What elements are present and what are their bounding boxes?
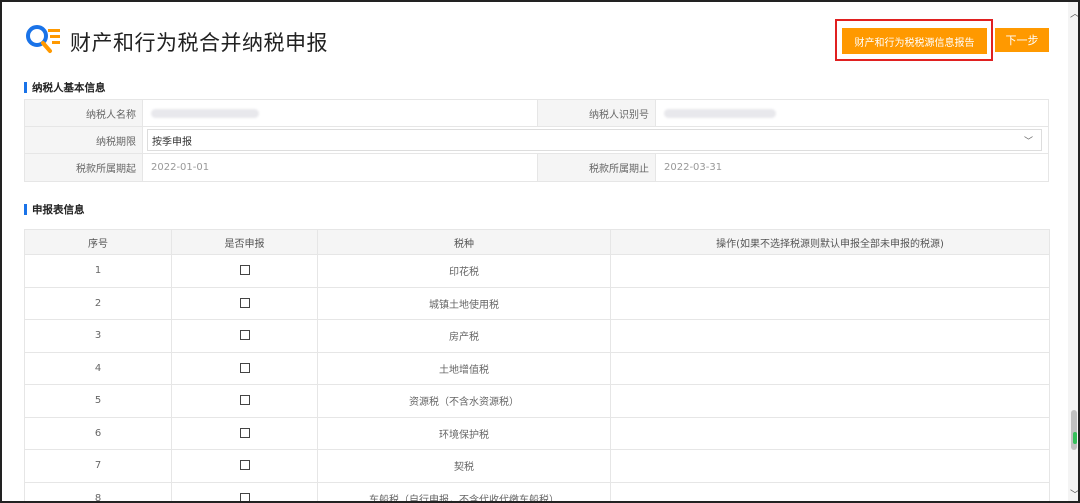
row-number: 7: [24, 449, 172, 483]
scrollbar-thumb[interactable]: [1071, 410, 1077, 450]
checkbox-icon[interactable]: [239, 330, 250, 341]
column-header: 是否申报: [171, 229, 318, 255]
operation-cell: [610, 254, 1050, 288]
row-number: 1: [24, 254, 172, 288]
checkbox-icon[interactable]: [239, 395, 250, 406]
table-row: 4 土地增值税: [24, 351, 1050, 385]
checkbox-icon[interactable]: [239, 460, 250, 471]
declare-checkbox-cell: [171, 254, 318, 288]
taxpayer-section-title: 纳税人基本信息: [24, 80, 106, 95]
chevron-down-icon: ﹀: [1023, 136, 1033, 147]
end-date-value: 2022-03-31: [664, 162, 723, 173]
table-row: 8 车船税（自行申报，不含代收代缴车船税）: [24, 481, 1050, 501]
search-list-icon: [24, 23, 64, 61]
section-bar: [24, 204, 27, 215]
redacted-text: [151, 108, 259, 118]
operation-cell: [610, 481, 1050, 501]
row-number: 3: [24, 319, 172, 353]
info-row-period: 纳税期限 按季申报 ﹀: [25, 127, 1048, 154]
page-title: 财产和行为税合并纳税申报: [70, 31, 328, 55]
declaration-section-label: 申报表信息: [32, 204, 85, 216]
tax-type: 印花税: [317, 254, 611, 288]
info-row-name: 纳税人名称 纳税人识别号: [25, 100, 1048, 127]
declare-checkbox-cell: [171, 416, 318, 450]
taxpayer-id-value: [656, 100, 776, 126]
period-label: 纳税期限: [25, 127, 143, 153]
table-row: 3 房产税: [24, 319, 1050, 353]
declare-checkbox-cell: [171, 286, 318, 320]
operation-cell: [610, 351, 1050, 385]
redacted-text: [664, 108, 776, 118]
declare-checkbox-cell: [171, 384, 318, 418]
row-number: 2: [24, 286, 172, 320]
declare-checkbox-cell: [171, 351, 318, 385]
operation-cell: [610, 384, 1050, 418]
declare-checkbox-cell: [171, 481, 318, 501]
tax-type: 房产税: [317, 319, 611, 353]
checkbox-icon[interactable]: [239, 492, 250, 501]
taxpayer-section-label: 纳税人基本信息: [32, 82, 106, 94]
column-header: 序号: [24, 229, 172, 255]
table-row: 5 资源税（不含水资源税）: [24, 384, 1050, 418]
row-number: 8: [24, 481, 172, 501]
operation-cell: [610, 319, 1050, 353]
operation-cell: [610, 416, 1050, 450]
info-row-dates: 税款所属期起 2022-01-01 税款所属期止 2022-03-31: [25, 154, 1048, 181]
table-row: 6 环境保护税: [24, 416, 1050, 450]
page-frame: 财产和行为税合并纳税申报 财产和行为税税源信息报告 下一步 纳税人基本信息 纳税…: [0, 0, 1080, 503]
tax-type: 契税: [317, 449, 611, 483]
taxpayer-name-label: 纳税人名称: [25, 100, 143, 126]
row-number: 4: [24, 351, 172, 385]
scroll-up-icon[interactable]: ︿: [1070, 5, 1078, 20]
tax-source-report-button[interactable]: 财产和行为税税源信息报告: [842, 28, 987, 54]
table-row: 1 印花税: [24, 254, 1050, 288]
start-date-value: 2022-01-01: [143, 154, 538, 181]
checkbox-icon[interactable]: [239, 427, 250, 438]
row-number: 6: [24, 416, 172, 450]
table-header-row: 序号 是否申报 税种 操作(如果不选择税源则默认申报全部未申报的税源): [24, 229, 1050, 255]
declaration-section-title: 申报表信息: [24, 202, 85, 217]
table-row: 7 契税: [24, 449, 1050, 483]
tax-type: 车船税（自行申报，不含代收代缴车船税）: [317, 481, 611, 501]
tax-type: 城镇土地使用税: [317, 286, 611, 320]
tax-type: 土地增值税: [317, 351, 611, 385]
page-header: 财产和行为税合并纳税申报: [24, 22, 328, 62]
column-header: 操作(如果不选择税源则默认申报全部未申报的税源): [610, 229, 1050, 255]
taxpayer-id-label: 纳税人识别号: [538, 100, 656, 126]
start-date-label: 税款所属期起: [25, 154, 143, 181]
scroll-indicator: [1073, 432, 1077, 444]
scroll-down-icon[interactable]: ﹀: [1070, 486, 1078, 501]
taxpayer-name-value: [143, 100, 538, 126]
checkbox-icon[interactable]: [239, 265, 250, 276]
checkbox-icon[interactable]: [239, 297, 250, 308]
declaration-table: 序号 是否申报 税种 操作(如果不选择税源则默认申报全部未申报的税源) 1 印花…: [24, 229, 1050, 501]
operation-cell: [610, 449, 1050, 483]
row-number: 5: [24, 384, 172, 418]
tax-type: 资源税（不含水资源税）: [317, 384, 611, 418]
section-bar: [24, 82, 27, 93]
taxpayer-info-grid: 纳税人名称 纳税人识别号 纳税期限 按季申报 ﹀ 税款所属期起 2022-01-…: [24, 99, 1049, 182]
declare-checkbox-cell: [171, 449, 318, 483]
period-select-value: 按季申报: [152, 136, 192, 148]
tax-type: 环境保护税: [317, 416, 611, 450]
checkbox-icon[interactable]: [239, 362, 250, 373]
period-select[interactable]: 按季申报 ﹀: [147, 129, 1042, 151]
column-header: 税种: [317, 229, 611, 255]
table-row: 2 城镇土地使用税: [24, 286, 1050, 320]
next-step-button[interactable]: 下一步: [995, 28, 1049, 52]
operation-cell: [610, 286, 1050, 320]
end-date-label: 税款所属期止: [538, 154, 656, 181]
declare-checkbox-cell: [171, 319, 318, 353]
